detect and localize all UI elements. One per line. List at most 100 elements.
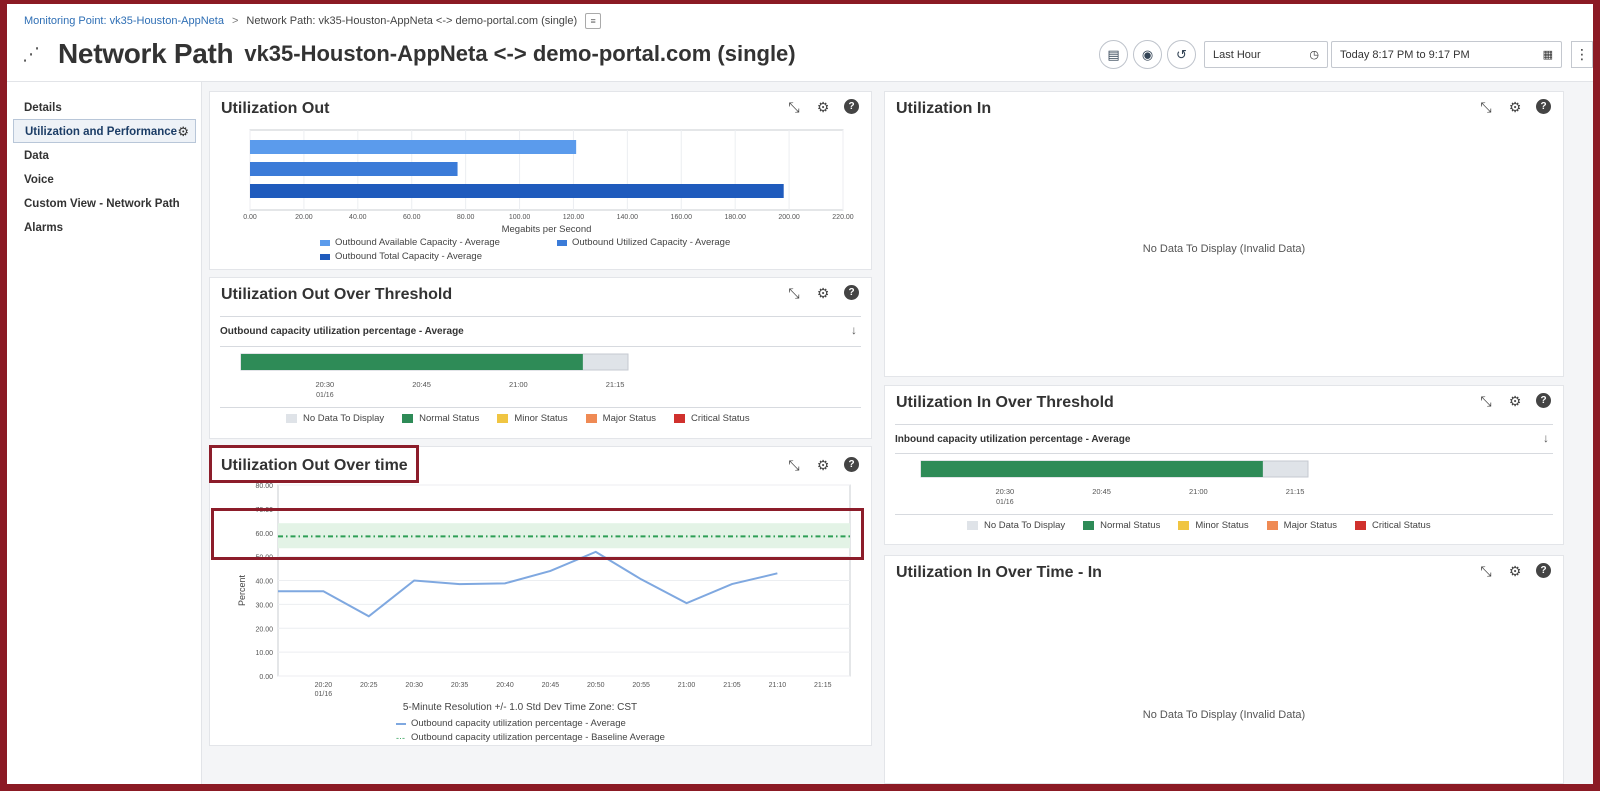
sidebar-item-alarms[interactable]: Alarms — [13, 216, 196, 240]
sidebar-item-utilization[interactable]: Utilization and Performance ⚙ — [13, 119, 196, 143]
threshold-timeline: 20:30 01/16 20:45 21:00 21:15 — [240, 353, 629, 399]
x-tick-label: 20:25 — [360, 682, 378, 689]
sidebar-item-label: Data — [24, 150, 49, 162]
header: Monitoring Point: vk35-Houston-AppNeta >… — [7, 4, 1593, 82]
legend-item-total: Outbound Total Capacity - Average — [320, 251, 482, 262]
help-icon[interactable]: ? — [1536, 563, 1551, 578]
legend-minor: Minor Status — [1195, 520, 1249, 531]
header-tools: ▤ ◉ ↺ Last Hour ◷ Today 8:17 PM to 9:17 … — [1099, 40, 1593, 69]
annotation-box-baseline — [211, 508, 864, 560]
x-tick-label: 20:40 — [496, 682, 514, 689]
y-tick-label: 10.00 — [255, 650, 273, 657]
sidebar-item-voice[interactable]: Voice — [13, 168, 196, 192]
x-tick-label: 80.00 — [457, 214, 475, 221]
collapse-icon[interactable]: ⤡ — [1478, 393, 1494, 410]
annotation-box-title — [209, 445, 419, 483]
segment-normal — [921, 461, 1263, 477]
sort-down-icon[interactable]: ↓ — [851, 323, 857, 337]
help-icon[interactable]: ? — [1536, 99, 1551, 114]
sort-down-icon[interactable]: ↓ — [1543, 431, 1549, 445]
collapse-icon[interactable]: ⤡ — [786, 285, 802, 302]
help-icon[interactable]: ? — [1536, 393, 1551, 408]
gear-icon[interactable]: ⚙ — [1507, 563, 1523, 580]
date-range-picker[interactable]: Today 8:17 PM to 9:17 PM ▦ — [1331, 41, 1562, 68]
panel-title: Utilization In Over Threshold — [896, 394, 1114, 411]
x-tick-label: 21:15 — [814, 682, 832, 689]
tick-label: 20:30 — [315, 380, 334, 389]
eye-icon[interactable]: ◉ — [1133, 40, 1162, 69]
legend-label: Outbound capacity utilization percentage… — [411, 732, 665, 743]
tick-label: 20:45 — [1092, 487, 1111, 496]
legend-minor: Minor Status — [514, 413, 568, 424]
network-path-icon: ⋰ — [22, 43, 40, 64]
legend-nodata: No Data To Display — [303, 413, 385, 424]
history-icon[interactable]: ↺ — [1167, 40, 1196, 69]
panel-title: Utilization In — [896, 100, 992, 117]
legend-item-utilized: Outbound Utilized Capacity - Average — [557, 237, 730, 248]
tick-label: 20:30 — [995, 487, 1014, 496]
x-tick-label: 20:45 — [542, 682, 560, 689]
collapse-icon[interactable]: ⤡ — [1478, 99, 1494, 116]
gear-icon[interactable]: ⚙ — [177, 120, 189, 144]
gear-icon[interactable]: ⚙ — [1507, 393, 1523, 410]
panel-utilization-in: Utilization In ⤡ ⚙? No Data To Display (I… — [884, 91, 1564, 377]
status-legend: No Data To Display Normal Status Minor S… — [286, 413, 750, 424]
legend-critical: Critical Status — [690, 413, 750, 424]
panel-tools: ⤡ ⚙? — [1478, 99, 1551, 116]
panel-utilization-out: Utilization Out ⤡ ⚙? 0.00 20.00 40.00 60.00 8… — [209, 91, 872, 270]
x-tick-label: 120.00 — [563, 214, 585, 221]
legend-item-average: Outbound capacity utilization percentage… — [396, 718, 626, 729]
x-tick-label: 140.00 — [617, 214, 639, 221]
tick-date: 01/16 — [996, 499, 1014, 506]
segment-normal — [241, 354, 583, 370]
gear-icon[interactable]: ⚙ — [1507, 99, 1523, 116]
bar-total — [250, 184, 784, 198]
x-tick-label: 20:50 — [587, 682, 605, 689]
tick-label: 21:15 — [1286, 487, 1305, 496]
path-info-icon[interactable]: ≡ — [585, 13, 602, 29]
page-title: Network Path — [58, 38, 234, 69]
y-tick-label: 20.00 — [255, 626, 273, 633]
x-tick-label: 20:35 — [451, 682, 469, 689]
collapse-icon[interactable]: ⤡ — [1478, 563, 1494, 580]
tick-label: 21:00 — [509, 380, 528, 389]
legend-item-baseline: -·- Outbound capacity utilization percent… — [396, 732, 665, 743]
sidebar-item-details[interactable]: Details — [13, 96, 196, 120]
gear-icon[interactable]: ⚙ — [815, 285, 831, 302]
tick-label: 21:00 — [1189, 487, 1208, 496]
sidebar-item-data[interactable]: Data — [13, 144, 196, 168]
panel-title: Utilization Out Over Threshold — [221, 286, 453, 303]
panel-tools: ⤡ ⚙? — [786, 285, 859, 302]
x-tick-label: 180.00 — [724, 214, 746, 221]
x-tick-label: 20.00 — [295, 214, 313, 221]
tick-label: 21:15 — [606, 380, 625, 389]
x-tick-label: 20:55 — [632, 682, 650, 689]
page-subtitle: vk35-Houston-AppNeta <-> demo-portal.com… — [244, 41, 796, 66]
no-data-message: No Data To Display (Invalid Data) — [1142, 709, 1306, 721]
x-tick-label: 21:10 — [769, 682, 787, 689]
x-tick-label: 200.00 — [778, 214, 800, 221]
app-frame: Monitoring Point: vk35-Houston-AppNeta >… — [7, 4, 1593, 784]
sidebar-item-label: Custom View - Network Path — [24, 198, 180, 210]
legend-label: Outbound Utilized Capacity - Average — [572, 237, 731, 248]
sidebar-item-custom-view[interactable]: Custom View - Network Path — [13, 192, 196, 216]
breadcrumb: Monitoring Point: vk35-Houston-AppNeta >… — [24, 13, 602, 29]
sidebar-item-label: Details — [24, 102, 62, 114]
y-tick-label: 30.00 — [255, 602, 273, 609]
date-range-value: Today 8:17 PM to 9:17 PM — [1340, 48, 1470, 61]
legend-major: Major Status — [1283, 520, 1337, 531]
sidebar-item-label: Voice — [24, 174, 54, 186]
threshold-timeline: 20:30 01/16 20:45 21:00 21:15 — [920, 460, 1309, 506]
building-icon[interactable]: ▤ — [1099, 40, 1128, 69]
y-tick-label: 40.00 — [255, 579, 273, 586]
y-axis-label: Percent — [237, 574, 247, 606]
kebab-icon[interactable]: ⋮ — [1571, 41, 1593, 68]
threshold-series-name: Inbound capacity utilization percentage … — [895, 434, 1131, 445]
tick-date: 01/16 — [316, 392, 334, 399]
y-tick-label: 0.00 — [259, 674, 273, 681]
sidebar: Details Utilization and Performance ⚙ Dat… — [7, 82, 202, 784]
x-tick-date: 01/16 — [315, 691, 333, 698]
breadcrumb-monitoring-point[interactable]: Monitoring Point: vk35-Houston-AppNeta — [24, 15, 224, 27]
time-range-select[interactable]: Last Hour ◷ — [1204, 41, 1328, 68]
help-icon[interactable]: ? — [844, 285, 859, 300]
